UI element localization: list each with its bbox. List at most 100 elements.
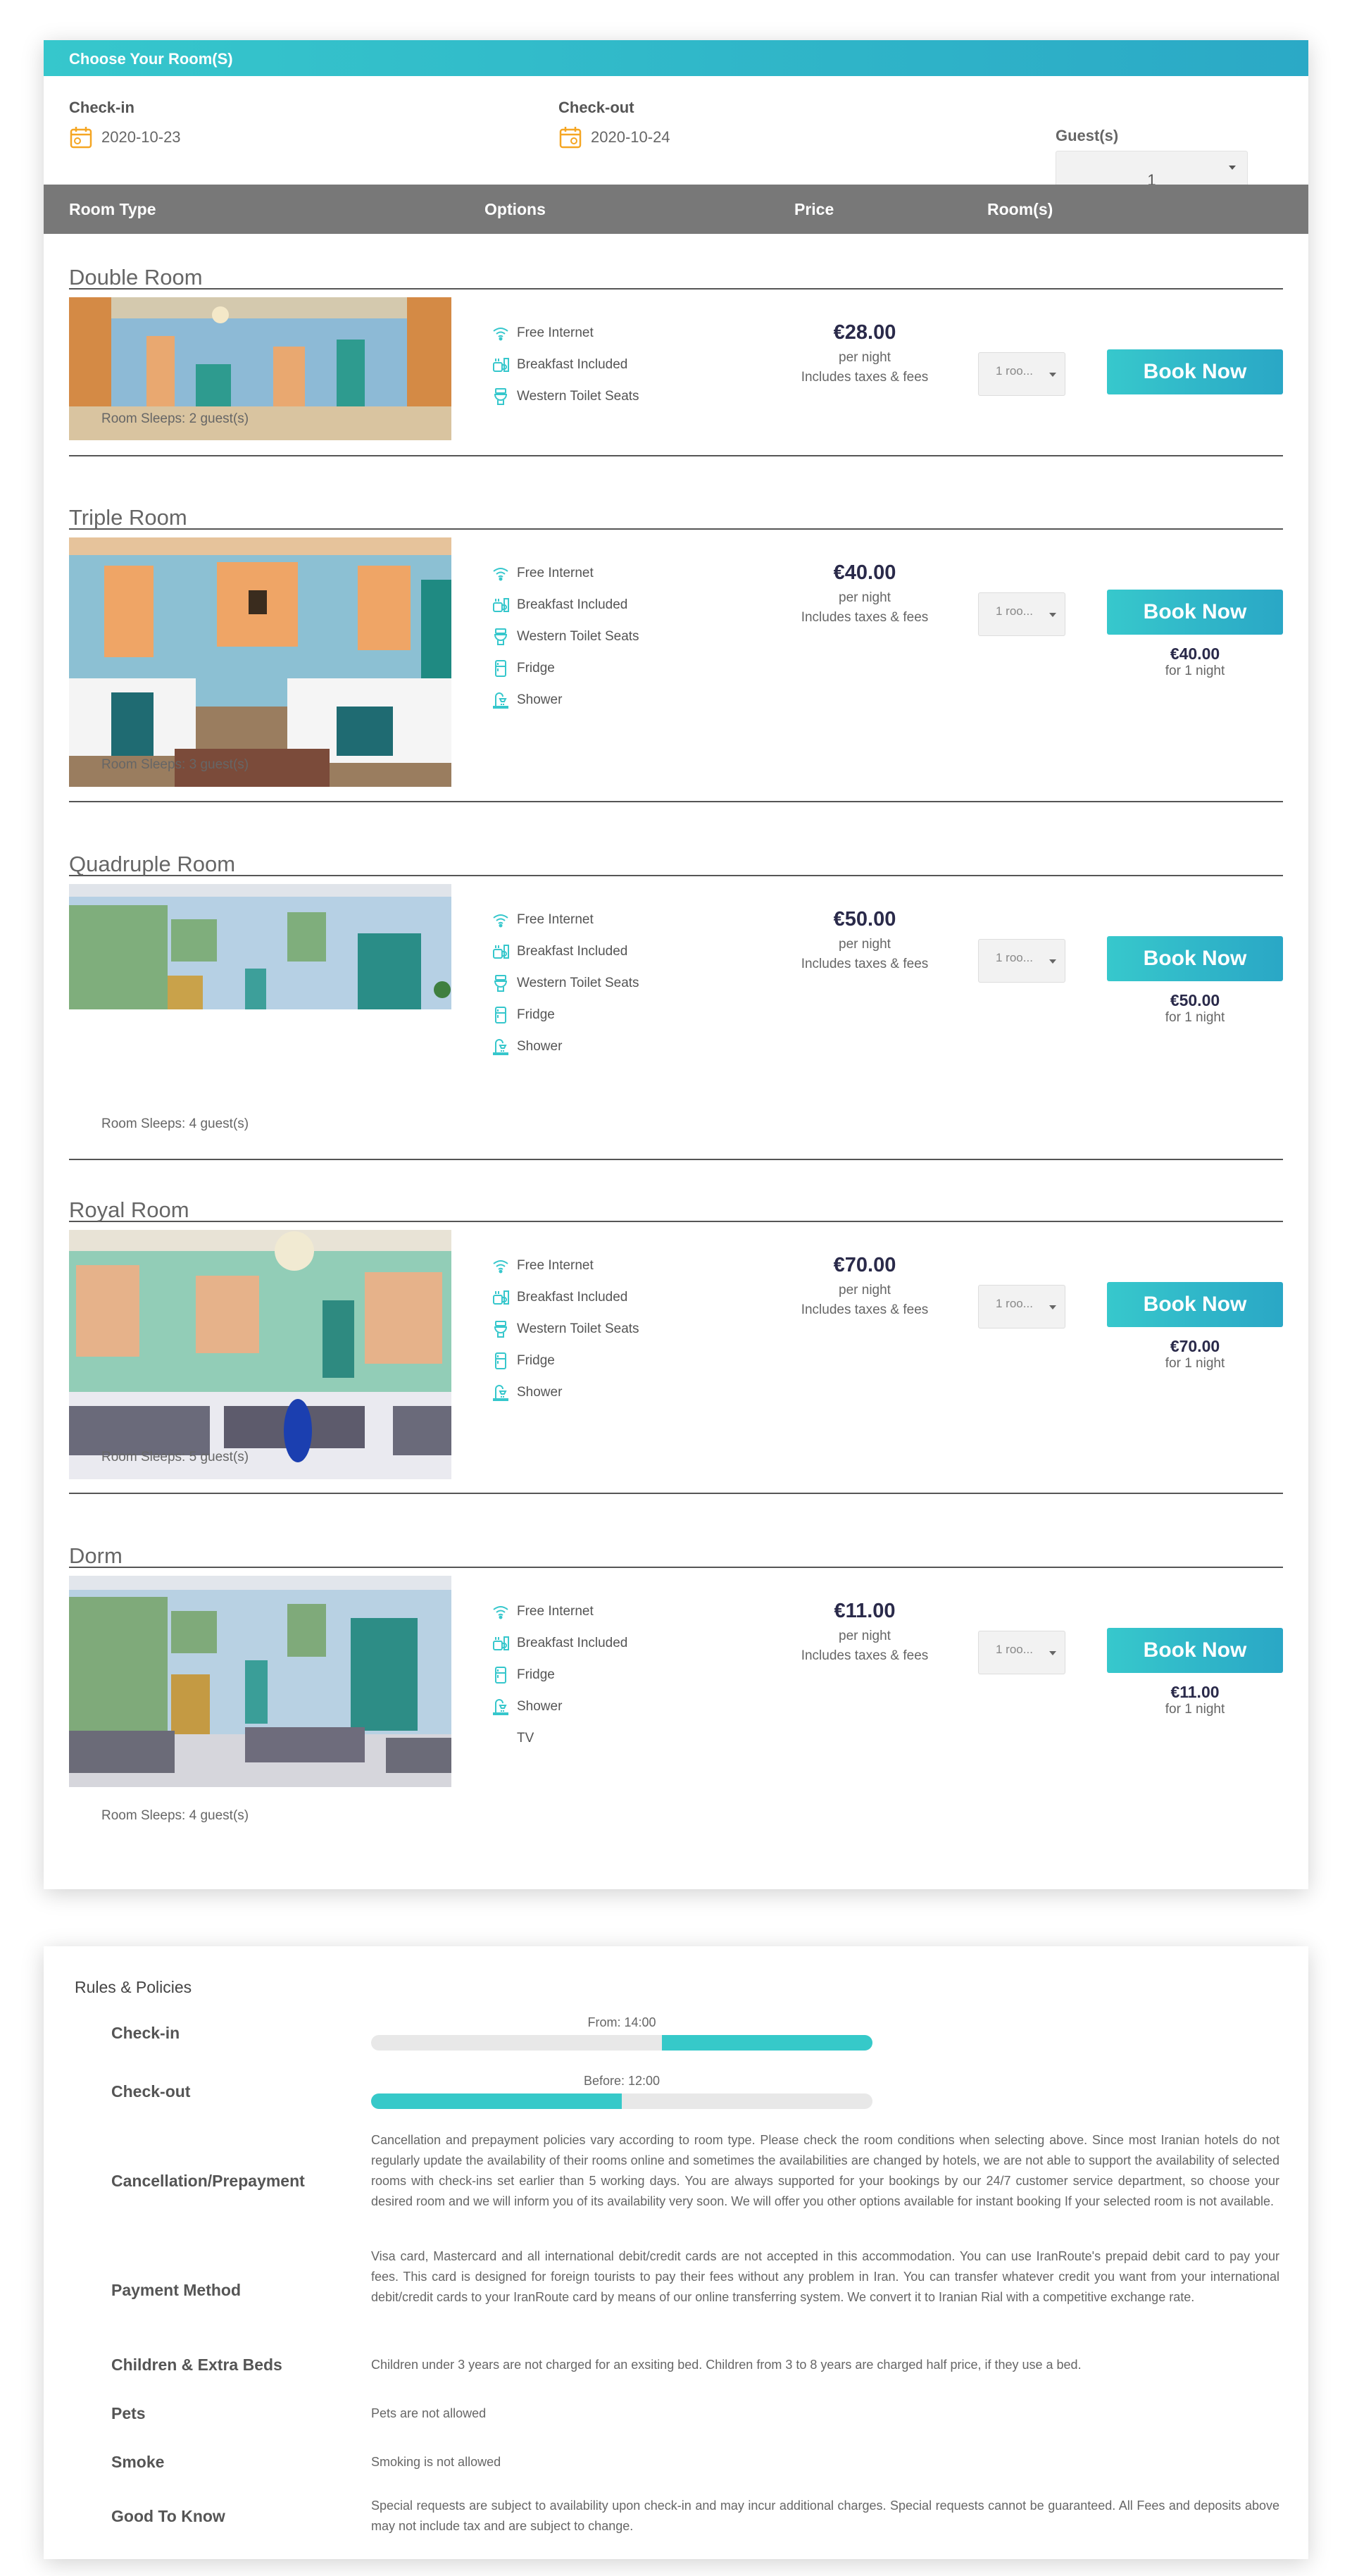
price-block: €11.00 per night Includes taxes & fees [773,1600,956,1664]
room-quantity-select[interactable]: 1 roo... [978,1631,1065,1674]
room-title: Dorm [69,1541,1283,1568]
checkout-time-bar: Before: 12:00 [371,2074,872,2109]
fridge-icon [492,1006,510,1024]
wifi-icon [492,564,510,583]
room-quadruple: Quadruple Room Room Sleeps: 4 guest(s) F… [69,849,1283,1160]
amenity-item: Breakfast Included [492,1281,639,1313]
price-block: €40.00 per night Includes taxes & fees [773,561,956,626]
chevron-down-icon [1229,166,1236,170]
book-now-button[interactable]: Book Now [1107,1628,1283,1673]
chevron-down-icon [1049,1651,1056,1655]
shower-icon [492,1038,510,1056]
amenities-list: Free Internet Breakfast Included Western… [492,904,639,1062]
amenity-item: Western Toilet Seats [492,621,639,652]
fridge-icon [492,1666,510,1684]
total-note: for 1 night [1165,664,1225,678]
guests-label: Guest(s) [1056,127,1119,144]
room-divider [69,801,1283,802]
room-photo[interactable] [69,1230,451,1479]
breakfast-icon [492,356,510,374]
price-value: €70.00 [833,1254,896,1276]
checkout-bar-track [371,2093,872,2109]
amenities-list: Free Internet Breakfast Included Western… [492,557,639,716]
rule-goodtoknow-label: Good To Know [111,2507,225,2525]
amenities-list: Free Internet Breakfast Included Fridge … [492,1595,627,1754]
amenity-item: Fridge [492,652,639,684]
room-title: Triple Room [69,502,1283,530]
checkin-caption: From: 14:00 [587,2015,656,2029]
fridge-icon [492,659,510,678]
rule-smoke-text: Smoking is not allowed [371,2455,501,2469]
per-night: per night [839,937,891,952]
amenity-item: Western Toilet Seats [492,967,639,999]
col-rooms: Room(s) [987,200,1053,218]
room-divider [69,1493,1283,1494]
amenity-item: Breakfast Included [492,349,639,380]
amenity-item: Shower [492,1691,627,1722]
total-price: €70.00 for 1 night [1107,1337,1283,1371]
wifi-icon [492,911,510,929]
room-dorm: Dorm Room Sleeps: 4 guest(s) Free Intern… [69,1541,1283,1823]
book-now-button[interactable]: Book Now [1107,1282,1283,1327]
calendar-icon [69,125,93,149]
rule-pets-label: Pets [111,2404,146,2422]
book-now-button[interactable]: Book Now [1107,349,1283,394]
amenity-item: Western Toilet Seats [492,1313,639,1345]
rule-cancellation-label: Cancellation/Prepayment [111,2172,305,2190]
rule-children-label: Children & Extra Beds [111,2356,282,2374]
chevron-down-icon [1049,613,1056,617]
room-title: Double Room [69,262,1283,290]
total-value: €50.00 [1170,991,1220,1009]
calendar-icon [558,125,582,149]
total-value: €11.00 [1170,1683,1220,1701]
taxes-note: Includes taxes & fees [801,957,929,971]
room-double: Double Room Room Sleeps: 2 guest(s) Free… [69,262,1283,456]
price-value: €50.00 [833,908,896,931]
room-photo[interactable] [69,1576,451,1787]
room-selection-card: Choose Your Room(S) Check-in 2020-10-23 … [44,40,1308,1889]
room-triple: Triple Room Room Sleeps: 3 guest(s) Free… [69,502,1283,802]
col-options: Options [484,200,546,218]
amenity-item: Shower [492,1376,639,1408]
room-photo[interactable] [69,884,451,1009]
price-value: €11.00 [834,1600,896,1622]
total-price: €50.00 for 1 night [1107,991,1283,1026]
chevron-down-icon [1049,959,1056,964]
total-price: €11.00 for 1 night [1107,1683,1283,1717]
checkout-label: Check-out [558,99,634,116]
price-block: €50.00 per night Includes taxes & fees [773,908,956,972]
amenity-item: Fridge [492,999,639,1031]
shower-icon [492,691,510,709]
amenity-item: Fridge [492,1345,639,1376]
shower-icon [492,1383,510,1402]
room-photo[interactable] [69,537,451,787]
rules-policies-card: Rules & Policies Check-in From: 14:00 Ch… [44,1946,1308,2559]
room-quantity-select[interactable]: 1 roo... [978,592,1065,636]
room-sleeps: Room Sleeps: 4 guest(s) [101,1808,249,1823]
total-note: for 1 night [1165,1356,1225,1371]
room-quantity-select[interactable]: 1 roo... [978,1285,1065,1329]
col-price: Price [794,200,834,218]
table-header: Room Type Options Price Room(s) [44,185,1308,234]
book-now-button[interactable]: Book Now [1107,590,1283,635]
amenity-item: Free Internet [492,557,639,589]
room-sleeps: Room Sleeps: 2 guest(s) [101,411,249,426]
wifi-icon [492,1257,510,1275]
room-quantity-select[interactable]: 1 roo... [978,352,1065,396]
book-now-button[interactable]: Book Now [1107,936,1283,981]
checkin-date[interactable]: Check-in 2020-10-23 [69,99,181,149]
room-quantity-select[interactable]: 1 roo... [978,939,1065,983]
checkout-date[interactable]: Check-out 2020-10-24 [558,99,670,149]
total-note: for 1 night [1165,1702,1225,1717]
per-night: per night [839,1283,891,1298]
rule-pets-text: Pets are not allowed [371,2406,487,2420]
amenities-list: Free Internet Breakfast Included Western… [492,317,639,412]
toilet-icon [492,387,510,406]
amenity-item: Free Internet [492,904,639,935]
room-divider [69,455,1283,456]
shower-icon [492,1698,510,1716]
per-night: per night [839,1629,891,1643]
amenity-item: Free Internet [492,317,639,349]
checkout-bar-fill [371,2093,622,2109]
amenity-item: Western Toilet Seats [492,380,639,412]
